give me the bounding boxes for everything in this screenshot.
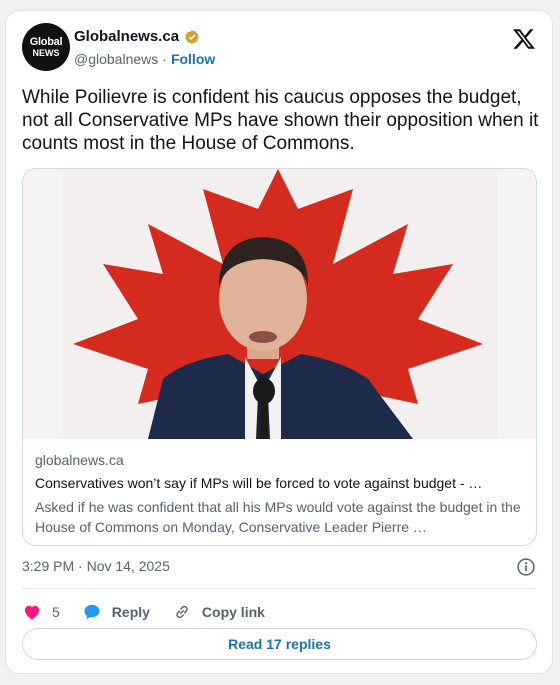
reply-button[interactable]: Reply bbox=[82, 602, 150, 622]
read-replies-button[interactable]: Read 17 replies bbox=[22, 628, 537, 660]
tweet-timestamp[interactable]: 3:29 PM · Nov 14, 2025 bbox=[22, 558, 170, 574]
like-button[interactable]: 5 bbox=[22, 602, 60, 622]
info-icon[interactable] bbox=[516, 557, 536, 577]
link-headline: Conservatives won’t say if MPs will be f… bbox=[35, 475, 483, 491]
tweet-text: While Poilievre is confident his caucus … bbox=[22, 87, 539, 154]
avatar-text-news: NEWS bbox=[32, 47, 60, 58]
link-icon bbox=[176, 605, 188, 619]
reply-bubble-icon bbox=[84, 604, 100, 620]
divider bbox=[22, 588, 536, 589]
reply-label: Reply bbox=[111, 604, 150, 620]
verified-badge-icon bbox=[185, 29, 200, 44]
author-name-row: Globalnews.ca bbox=[74, 28, 200, 45]
link-preview-card[interactable]: globalnews.ca Conservatives won’t say if… bbox=[22, 168, 537, 546]
author-handle-row: @globalnews · Follow bbox=[74, 51, 215, 67]
link-domain: globalnews.ca bbox=[35, 452, 124, 468]
x-logo-icon[interactable] bbox=[512, 27, 536, 51]
link-description: Asked if he was confident that all his M… bbox=[35, 499, 521, 535]
author-name[interactable]: Globalnews.ca bbox=[74, 28, 179, 45]
heart-icon bbox=[24, 605, 40, 620]
copy-link-label: Copy link bbox=[201, 604, 265, 620]
tweet-embed-card: Global NEWS Globalnews.ca @globalnews · … bbox=[5, 10, 553, 674]
like-count: 5 bbox=[52, 604, 60, 620]
avatar-text-global: Global bbox=[29, 35, 63, 48]
action-bar: 5 Reply Copy link bbox=[22, 599, 287, 625]
copy-link-button[interactable]: Copy link bbox=[172, 602, 265, 622]
author-handle[interactable]: @globalnews bbox=[74, 51, 158, 67]
follow-button[interactable]: Follow bbox=[171, 51, 215, 67]
article-photo bbox=[23, 169, 536, 439]
link-meta: globalnews.ca Conservatives won’t say if… bbox=[35, 452, 525, 537]
author-avatar[interactable]: Global NEWS bbox=[22, 23, 70, 71]
handle-separator: · bbox=[162, 51, 167, 67]
